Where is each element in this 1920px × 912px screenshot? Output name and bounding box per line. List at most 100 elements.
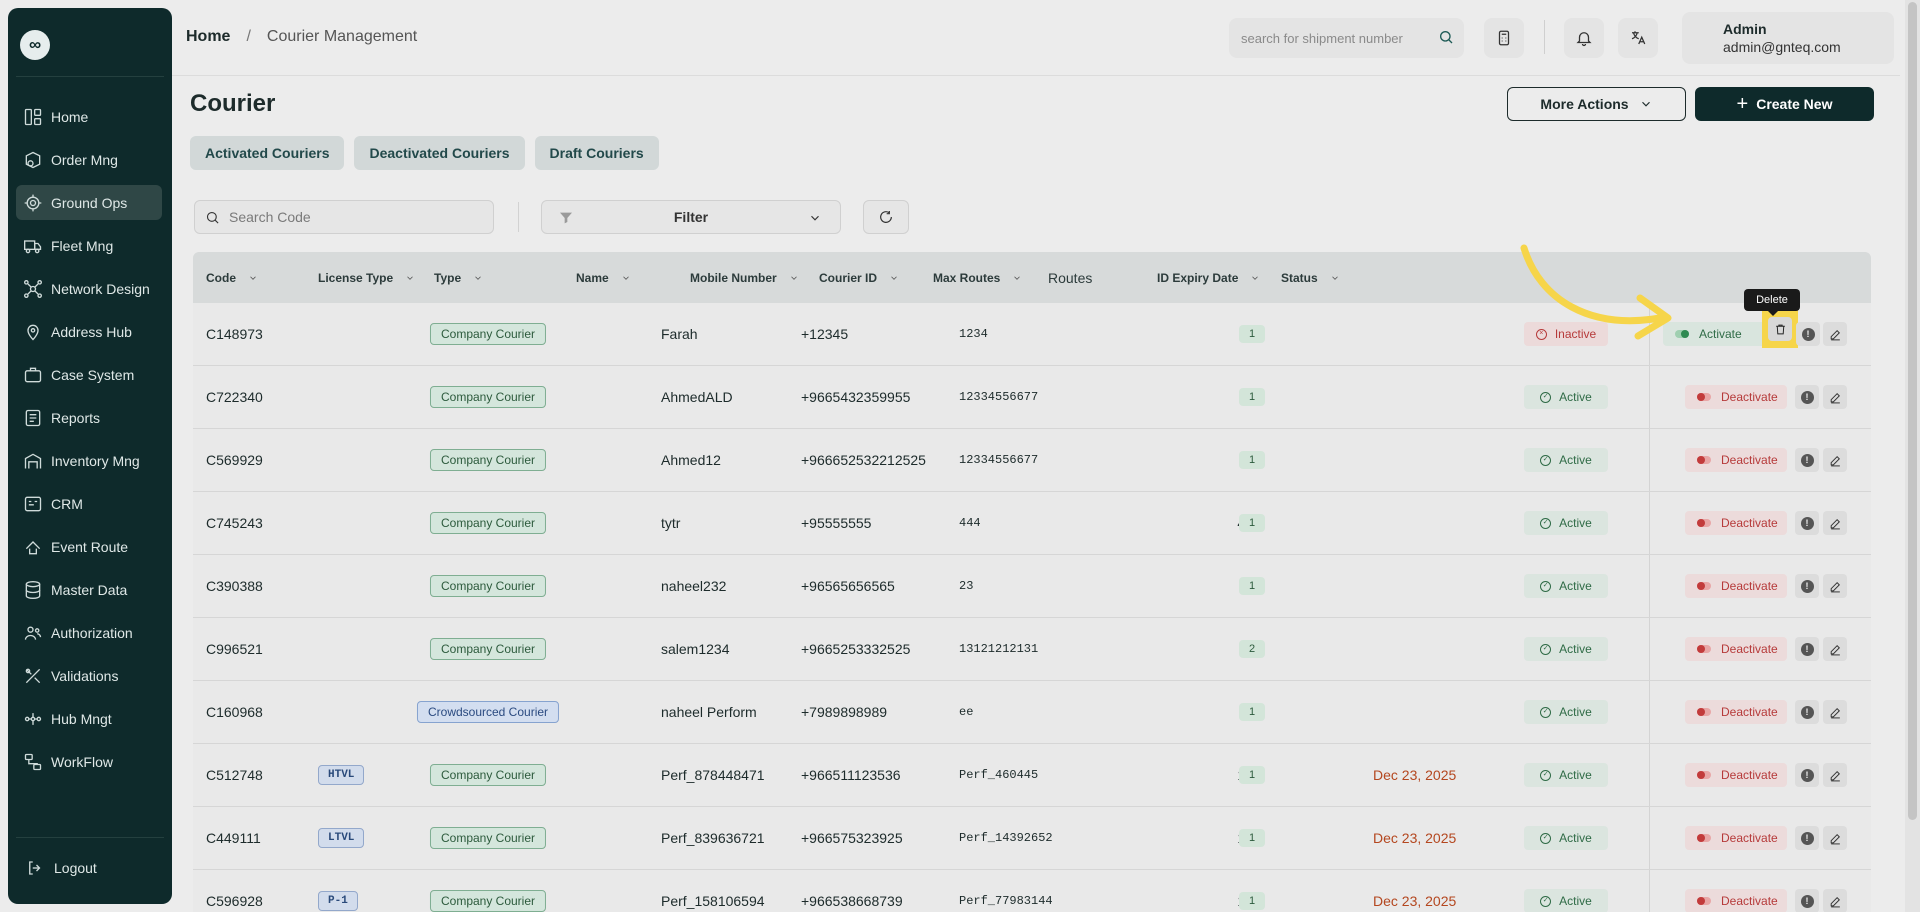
edit-button[interactable] [1823,385,1847,409]
table-row[interactable]: C148973Company CourierFarah+12345123421×… [193,303,1871,366]
notifications-button[interactable] [1564,18,1604,58]
sidebar-item-fleet-mng[interactable]: Fleet Mng [16,228,162,263]
user-profile[interactable]: Admin admin@gnteq.com [1682,12,1894,64]
deactivate-button[interactable]: Deactivate [1685,574,1787,598]
column-header-license-type[interactable]: License Type [318,252,415,303]
edit-button[interactable] [1823,574,1847,598]
table-row[interactable]: C569929 Company Courier Ahmed12 +9666525322… [193,429,1871,492]
sidebar-item-case-system[interactable]: Case System [16,357,162,392]
status-label: Active [1559,768,1592,782]
column-header-label: Code [206,270,236,285]
shipment-search-input[interactable]: search for shipment number [1229,18,1464,58]
table-row[interactable]: C449111 LTVL Company Courier Perf_839636721… [193,807,1871,870]
sidebar-item-inventory-mng[interactable]: Inventory Mng [16,443,162,478]
sidebar-item-reports[interactable]: Reports [16,400,162,435]
deactivate-button[interactable]: Deactivate [1685,826,1787,850]
table-row[interactable]: C512748 HTVL Company Courier Perf_878448471… [193,744,1871,807]
chevron-down-icon [1641,101,1650,107]
sidebar-item-ground-ops[interactable]: Ground Ops [16,185,162,220]
column-header-type[interactable]: Type [434,252,483,303]
license-badge: P-1 [318,891,358,911]
ground-ops-gear-icon [22,192,44,214]
info-button[interactable]: ! [1795,637,1819,661]
info-button[interactable]: ! [1795,700,1819,724]
edit-button[interactable] [1823,322,1847,346]
column-header-max-routes[interactable]: Max Routes [933,252,1022,303]
deactivate-button[interactable]: Deactivate [1685,385,1787,409]
info-button[interactable]: ! [1795,763,1819,787]
info-button[interactable]: ! [1795,574,1819,598]
tab-draft-couriers[interactable]: Draft Couriers [534,136,659,170]
logout-button[interactable]: Logout [26,859,97,877]
app-logo[interactable]: ∞ [20,30,50,60]
column-header-name[interactable]: Name [576,252,631,303]
search-icon[interactable] [1438,29,1454,45]
filter-dropdown[interactable]: Filter [541,200,841,234]
column-header-id-expiry-date[interactable]: ID Expiry Date [1157,252,1260,303]
table-row[interactable]: C596928 P-1 Company Courier Perf_158106594 +… [193,870,1871,912]
more-actions-button[interactable]: More Actions [1507,87,1686,121]
column-header-mobile-number[interactable]: Mobile Number [690,252,799,303]
column-header-routes[interactable]: Routes [1048,252,1092,303]
tab-deactivated-couriers[interactable]: Deactivated Couriers [354,136,525,170]
deactivate-label: Deactivate [1721,705,1778,719]
sidebar-item-network-design[interactable]: Network Design [16,271,162,306]
sidebar-item-home[interactable]: Home [16,99,162,134]
edit-button[interactable] [1823,511,1847,535]
edit-button[interactable] [1823,763,1847,787]
routes-badge: 1 [1239,892,1265,910]
sidebar-item-authorization[interactable]: Authorization [16,615,162,650]
breadcrumb-home[interactable]: Home [186,28,230,45]
refresh-button[interactable] [863,200,909,234]
type-badge: Company Courier [429,512,547,534]
edit-button[interactable] [1823,637,1847,661]
page-scrollbar[interactable] [1905,0,1920,912]
sidebar-item-master-data[interactable]: Master Data [16,572,162,607]
info-button[interactable]: ! [1795,826,1819,850]
edit-button[interactable] [1823,826,1847,850]
pencil-icon [1830,896,1840,907]
column-header-courier-id[interactable]: Courier ID [819,252,899,303]
table-row[interactable]: C722340 Company Courier AhmedALD +966543235… [193,366,1871,429]
table-row[interactable]: C996521 Company Courier salem1234 +96652533… [193,618,1871,681]
sidebar-item-workflow[interactable]: WorkFlow [16,744,162,779]
sidebar-item-address-hub[interactable]: Address Hub [16,314,162,349]
sidebar-item-validations[interactable]: Validations [16,658,162,693]
create-new-button[interactable]: + Create New [1695,87,1874,121]
toggle-icon [1697,771,1711,779]
deactivate-button[interactable]: Deactivate [1685,448,1787,472]
deactivate-button[interactable]: Deactivate [1685,637,1787,661]
info-button[interactable]: ! [1795,385,1819,409]
cell-courier-id: Perf_77983144 [959,894,1053,908]
edit-button[interactable] [1823,889,1847,912]
calculator-button[interactable] [1484,18,1524,58]
sidebar-item-order-mng[interactable]: Order Mng [16,142,162,177]
info-button[interactable]: ! [1795,511,1819,535]
language-button[interactable] [1618,18,1658,58]
cell-status: ✓ Active [1524,555,1608,617]
info-button[interactable]: ! [1796,322,1820,346]
search-code-input[interactable]: Search Code [194,200,494,234]
tab-activated-couriers[interactable]: Activated Couriers [190,136,345,170]
check-circle-icon: ✓ [1540,517,1552,529]
scrollbar-thumb[interactable] [1908,2,1917,820]
table-row[interactable]: C390388 Company Courier naheel232 +96565656… [193,555,1871,618]
table-row[interactable]: C160968 Crowdsourced Courier naheel Perfor… [193,681,1871,744]
table-row[interactable]: C745243Company Couriertytr+9555555544444… [193,492,1871,555]
sidebar-item-crm[interactable]: CRM [16,486,162,521]
sidebar-item-event-route[interactable]: Event Route [16,529,162,564]
info-button[interactable]: ! [1795,889,1819,912]
edit-button[interactable] [1823,700,1847,724]
column-header-label: ID Expiry Date [1157,270,1239,285]
sidebar-item-hub-mngt[interactable]: Hub Mngt [16,701,162,736]
deactivate-button[interactable]: Deactivate [1685,700,1787,724]
deactivate-button[interactable]: Deactivate [1685,763,1787,787]
deactivate-button[interactable]: Deactivate [1685,511,1787,535]
deactivate-button[interactable]: Deactivate [1685,889,1787,912]
briefcase-icon [22,364,44,386]
activate-button[interactable]: Activate [1663,322,1767,346]
info-button[interactable]: ! [1795,448,1819,472]
column-header-code[interactable]: Code [206,252,258,303]
edit-button[interactable] [1823,448,1847,472]
column-header-status[interactable]: Status [1281,252,1340,303]
